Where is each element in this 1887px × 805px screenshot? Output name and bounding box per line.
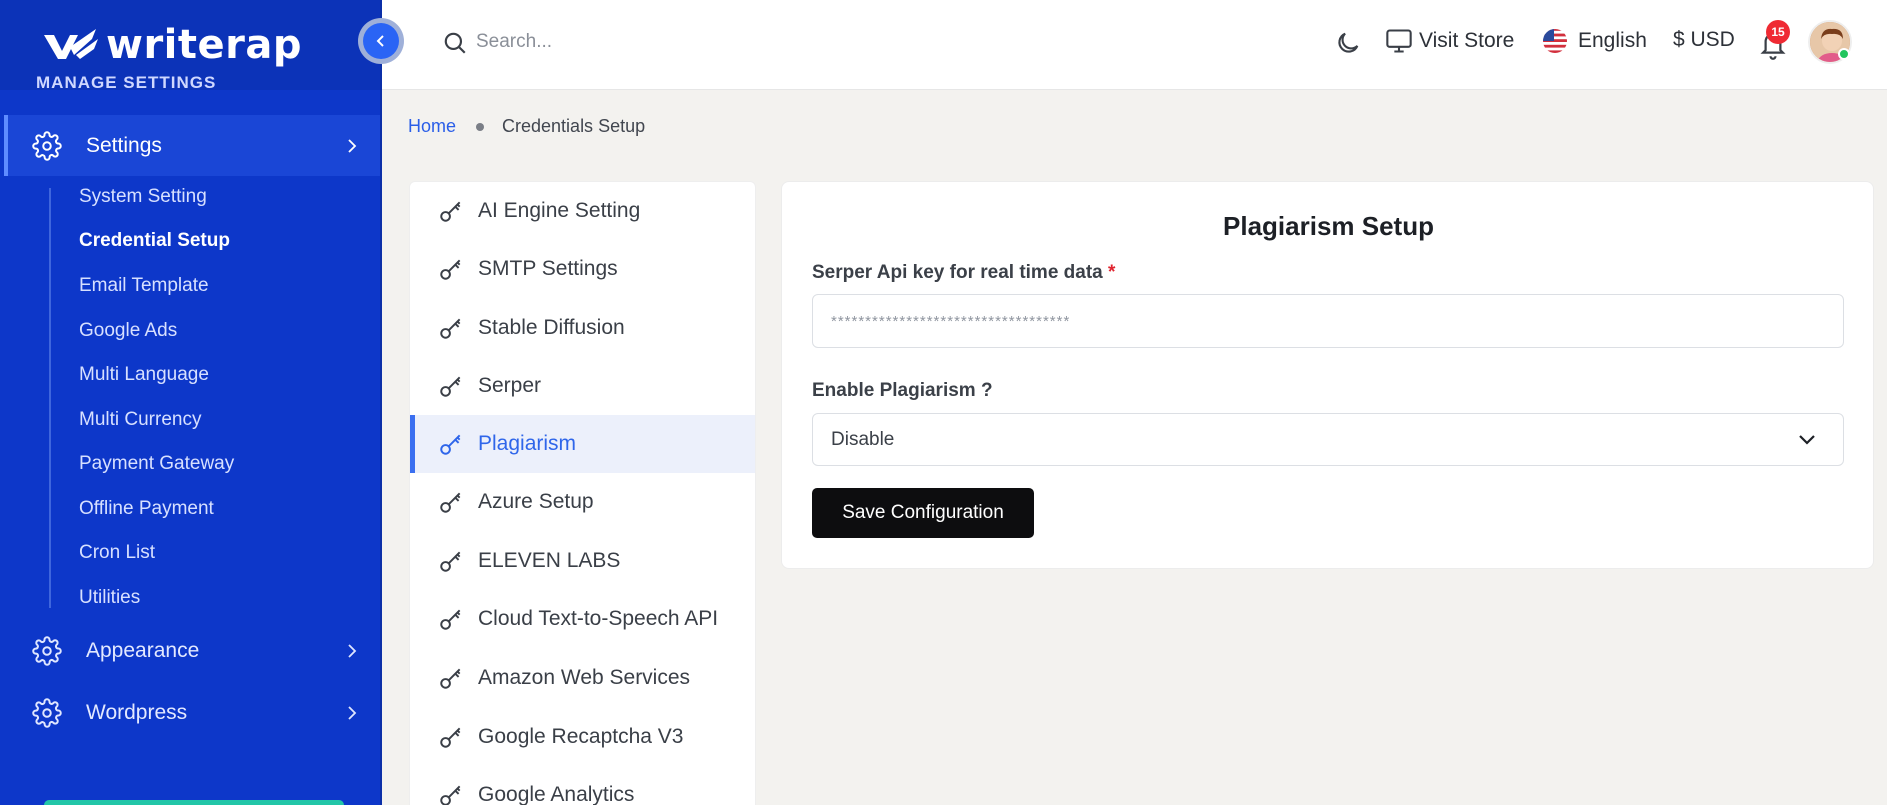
plagiarism-setup-card: Plagiarism Setup Serper Api key for real… <box>781 181 1874 569</box>
key-icon <box>440 785 461 805</box>
key-icon <box>440 259 461 280</box>
credential-menu-item-serper[interactable]: Serper <box>410 357 755 415</box>
credential-menu: AI Engine Setting SMTP Settings Stable D… <box>409 181 756 805</box>
chevron-down-icon <box>1799 435 1815 445</box>
credential-menu-item-cloud-tts[interactable]: Cloud Text-to-Speech API <box>410 590 755 648</box>
breadcrumb-home-link[interactable]: Home <box>408 116 456 137</box>
notification-badge: 15 <box>1766 20 1790 44</box>
serper-api-key-input[interactable]: *********************************** <box>812 294 1844 348</box>
language-selector[interactable]: English <box>1542 28 1647 54</box>
credential-menu-label: Google Analytics <box>478 783 635 805</box>
gear-icon <box>32 698 62 728</box>
brand-name: writerap <box>106 22 302 68</box>
sidebar-collapse-button[interactable] <box>358 18 404 64</box>
credential-menu-item-plagiarism[interactable]: Plagiarism <box>410 415 755 473</box>
credential-menu-label: Stable Diffusion <box>478 316 625 339</box>
us-flag-icon <box>1543 29 1567 53</box>
sidebar-item-settings[interactable]: Settings <box>4 115 380 176</box>
credential-menu-label: Plagiarism <box>478 432 577 455</box>
online-status-dot <box>1838 48 1850 60</box>
credential-menu-label: Serper <box>478 374 542 397</box>
credential-menu-item-stable-diffusion[interactable]: Stable Diffusion <box>410 299 755 357</box>
credential-menu-item-smtp[interactable]: SMTP Settings <box>410 240 755 298</box>
dark-mode-toggle-icon[interactable] <box>1334 29 1362 57</box>
breadcrumb-separator <box>476 122 485 131</box>
writerap-logo-icon <box>44 29 98 59</box>
key-icon <box>440 609 461 630</box>
sidebar-item-wordpress[interactable]: Wordpress <box>4 688 380 738</box>
key-icon <box>440 492 461 513</box>
language-label: English <box>1578 29 1647 52</box>
sidebar-sub-item-multi-currency[interactable]: Multi Currency <box>79 409 201 431</box>
credential-menu-label: Google Recaptcha V3 <box>478 725 684 748</box>
sidebar-sub-item-multi-language[interactable]: Multi Language <box>79 364 209 386</box>
breadcrumb: Home Credentials Setup <box>408 116 645 137</box>
api-key-label: Serper Api key for real time data * <box>812 262 1115 284</box>
key-icon <box>440 434 461 455</box>
credential-menu-item-ai-engine[interactable]: AI Engine Setting <box>410 182 755 240</box>
credential-menu-label: ELEVEN LABS <box>478 549 621 572</box>
key-icon <box>440 668 461 689</box>
credential-menu-item-recaptcha[interactable]: Google Recaptcha V3 <box>410 708 755 766</box>
enable-plagiarism-select[interactable]: Disable <box>812 413 1844 466</box>
credential-menu-label: SMTP Settings <box>478 257 618 280</box>
search-icon[interactable] <box>442 30 468 56</box>
sidebar-bottom-card <box>44 800 344 805</box>
sidebar-item-label: Wordpress <box>86 701 188 724</box>
sidebar-sub-item-cron-list[interactable]: Cron List <box>79 542 155 564</box>
sidebar-sub-item-offline-payment[interactable]: Offline Payment <box>79 498 214 520</box>
credential-menu-label: Cloud Text-to-Speech API <box>478 607 719 630</box>
api-key-value: *********************************** <box>831 312 1071 330</box>
key-icon <box>440 318 461 339</box>
key-icon <box>440 727 461 748</box>
required-mark: * <box>1108 262 1116 283</box>
gear-icon <box>32 130 62 161</box>
credential-menu-label: Amazon Web Services <box>478 666 691 689</box>
sidebar-section-label: MANAGE SETTINGS <box>36 76 217 90</box>
sidebar-item-appearance[interactable]: Appearance <box>4 626 380 676</box>
visit-store-link[interactable]: Visit Store <box>1385 28 1514 54</box>
sidebar-scrollbar[interactable] <box>380 0 382 805</box>
credential-menu-label: AI Engine Setting <box>478 199 641 222</box>
chevron-right-icon <box>348 138 357 153</box>
search-input[interactable] <box>476 25 876 59</box>
currency-label: $ USD <box>1673 28 1735 51</box>
submenu-line <box>49 188 51 608</box>
chevron-left-icon <box>376 35 384 47</box>
sidebar-item-label: Settings <box>86 133 162 157</box>
enable-plagiarism-label: Enable Plagiarism ? <box>812 380 993 401</box>
api-key-label-text: Serper Api key for real time data <box>812 262 1103 283</box>
sidebar-sub-item-payment-gateway[interactable]: Payment Gateway <box>79 453 234 475</box>
credential-menu-label: Azure Setup <box>478 490 594 513</box>
sidebar-sub-item-credential-setup[interactable]: Credential Setup <box>79 230 230 252</box>
save-configuration-button[interactable]: Save Configuration <box>812 488 1034 538</box>
breadcrumb-current: Credentials Setup <box>502 116 646 136</box>
monitor-icon <box>1386 29 1412 53</box>
page-title: Plagiarism Setup <box>1223 211 1434 241</box>
enable-plagiarism-value: Disable <box>831 428 895 450</box>
credential-menu-item-aws[interactable]: Amazon Web Services <box>410 649 755 707</box>
sidebar-item-label: Appearance <box>86 639 200 662</box>
key-icon <box>440 201 461 222</box>
credential-menu-item-google-analytics[interactable]: Google Analytics <box>410 766 755 805</box>
sidebar-sub-item-system-setting[interactable]: System Setting <box>79 186 207 208</box>
key-icon <box>440 376 461 397</box>
sidebar-sub-item-email-template[interactable]: Email Template <box>79 275 209 297</box>
credential-menu-item-azure[interactable]: Azure Setup <box>410 473 755 531</box>
sidebar-sub-item-utilities[interactable]: Utilities <box>79 587 140 609</box>
chevron-right-icon <box>348 706 357 720</box>
sidebar-sub-item-google-ads[interactable]: Google Ads <box>79 320 177 342</box>
chevron-right-icon <box>348 644 357 658</box>
credential-menu-item-eleven-labs[interactable]: ELEVEN LABS <box>410 532 755 590</box>
gear-icon <box>32 636 62 666</box>
visit-store-label: Visit Store <box>1419 29 1515 52</box>
currency-selector[interactable]: $ USD <box>1673 28 1735 52</box>
sidebar: writerap MANAGE SETTINGS Settings System… <box>0 0 382 805</box>
key-icon <box>440 551 461 572</box>
